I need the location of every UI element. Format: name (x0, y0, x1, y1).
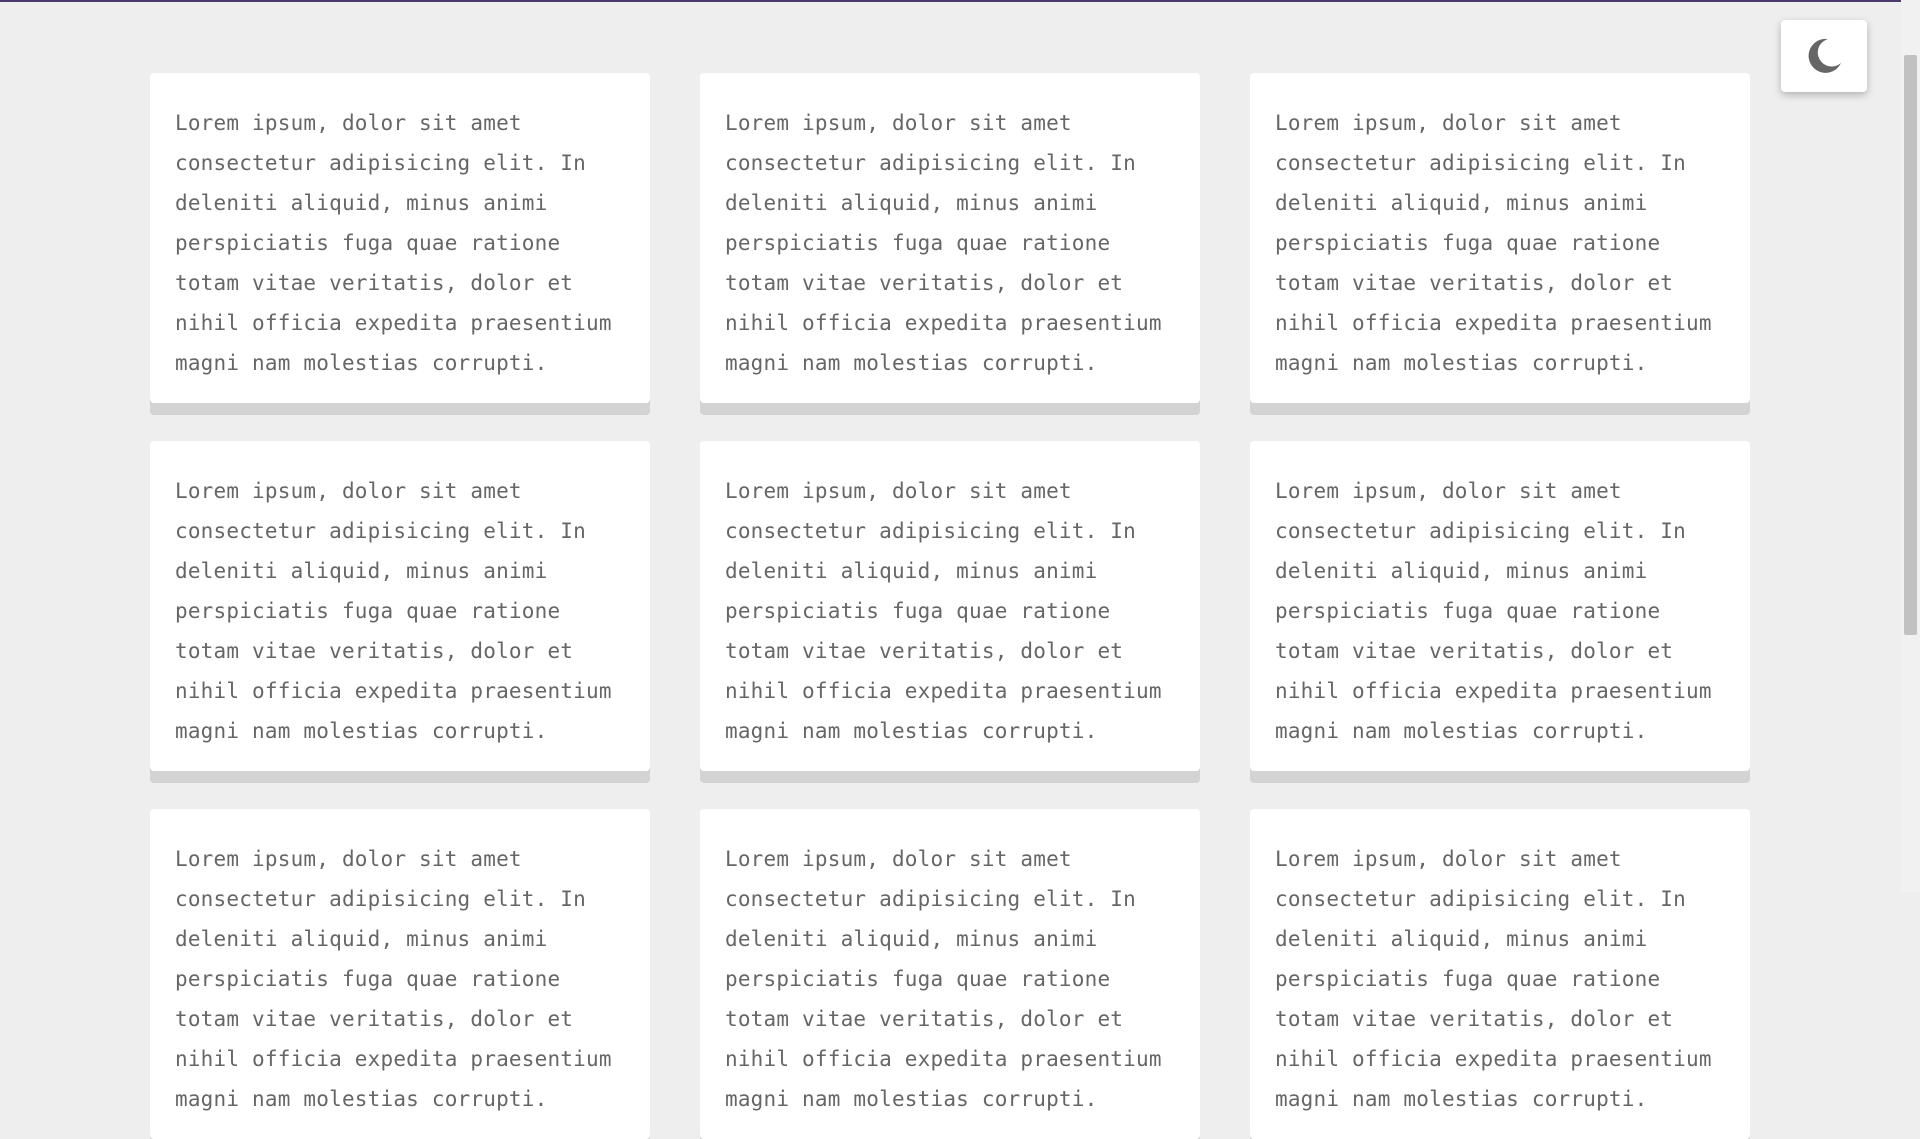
card-text: Lorem ipsum, dolor sit amet consectetur … (1275, 479, 1712, 743)
card: Lorem ipsum, dolor sit amet consectetur … (700, 73, 1200, 403)
card: Lorem ipsum, dolor sit amet consectetur … (700, 441, 1200, 771)
card-text: Lorem ipsum, dolor sit amet consectetur … (725, 479, 1162, 743)
card-grid: Lorem ipsum, dolor sit amet consectetur … (150, 73, 1750, 1139)
card-text: Lorem ipsum, dolor sit amet consectetur … (175, 847, 612, 1111)
card-text: Lorem ipsum, dolor sit amet consectetur … (1275, 847, 1712, 1111)
card-text: Lorem ipsum, dolor sit amet consectetur … (725, 111, 1162, 375)
card: Lorem ipsum, dolor sit amet consectetur … (1250, 441, 1750, 771)
card: Lorem ipsum, dolor sit amet consectetur … (1250, 809, 1750, 1139)
card-text: Lorem ipsum, dolor sit amet consectetur … (725, 847, 1162, 1111)
card: Lorem ipsum, dolor sit amet consectetur … (150, 441, 650, 771)
card: Lorem ipsum, dolor sit amet consectetur … (150, 73, 650, 403)
scrollbar-thumb[interactable] (1904, 55, 1917, 635)
card: Lorem ipsum, dolor sit amet consectetur … (1250, 73, 1750, 403)
card-text: Lorem ipsum, dolor sit amet consectetur … (175, 479, 612, 743)
theme-toggle-button[interactable] (1781, 20, 1867, 92)
card: Lorem ipsum, dolor sit amet consectetur … (700, 809, 1200, 1139)
moon-icon (1808, 38, 1841, 73)
card: Lorem ipsum, dolor sit amet consectetur … (150, 809, 650, 1139)
card-text: Lorem ipsum, dolor sit amet consectetur … (175, 111, 612, 375)
card-text: Lorem ipsum, dolor sit amet consectetur … (1275, 111, 1712, 375)
top-border (0, 0, 1920, 2)
